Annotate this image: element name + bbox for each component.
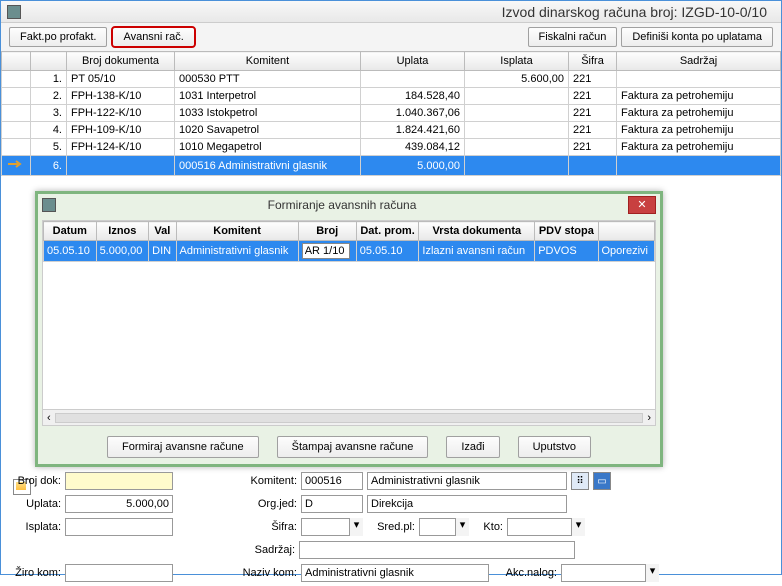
lbl-komitent: Komitent: xyxy=(177,475,297,487)
lbl-kto: Kto: xyxy=(473,521,503,533)
col-komitent[interactable]: Komitent xyxy=(175,52,361,71)
main-table[interactable]: Broj dokumenta Komitent Uplata Isplata Š… xyxy=(1,51,781,176)
col-uplata[interactable]: Uplata xyxy=(361,52,465,71)
col-sifra[interactable]: Šifra xyxy=(569,52,617,71)
table-row[interactable]: 1. PT 05/10000530 PTT 5.600,00 221 xyxy=(2,71,781,88)
dialog-table[interactable]: Datum Iznos Val Komitent Broj Dat. prom.… xyxy=(43,221,655,262)
fiskalni-racun-button[interactable]: Fiskalni račun xyxy=(528,27,618,47)
dcol-val[interactable]: Val xyxy=(149,222,176,241)
sredpl-input[interactable] xyxy=(419,518,455,536)
lbl-sredpl: Sred.pl: xyxy=(367,521,415,533)
zirokom-input[interactable] xyxy=(65,564,173,582)
sadrzaj-input[interactable] xyxy=(299,541,575,559)
orgjed-name-input[interactable] xyxy=(367,495,567,513)
close-icon[interactable]: ✕ xyxy=(628,196,656,214)
broj-input[interactable] xyxy=(302,243,350,259)
lbl-isplata: Isplata: xyxy=(5,521,61,533)
table-row[interactable]: 5. FPH-124-K/101010 Megapetrol 439.084,1… xyxy=(2,139,781,156)
dcol-komitent[interactable]: Komitent xyxy=(176,222,298,241)
brojdok-input[interactable] xyxy=(65,472,173,490)
dialog-title-bar: Formiranje avansnih računa ✕ xyxy=(38,194,660,216)
dcol-datprom[interactable]: Dat. prom. xyxy=(356,222,419,241)
lbl-akcnalog: Akc.nalog: xyxy=(493,567,557,579)
dcol-vrsta[interactable]: Vrsta dokumenta xyxy=(419,222,535,241)
lookup-icon[interactable]: ⠿ xyxy=(571,472,589,490)
komitent-name-input[interactable] xyxy=(367,472,567,490)
izadji-button[interactable]: Izađi xyxy=(446,436,499,458)
uplata-input[interactable] xyxy=(65,495,173,513)
lbl-zirokom: Žiro kom: xyxy=(5,567,61,579)
avans-dialog: Formiranje avansnih računa ✕ Datum Iznos… xyxy=(35,191,663,467)
dialog-app-icon xyxy=(42,198,56,212)
col-isplata[interactable]: Isplata xyxy=(465,52,569,71)
dcol-pdv[interactable]: PDV stopa xyxy=(535,222,598,241)
chevron-down-icon[interactable]: ▾ xyxy=(455,518,469,536)
chevron-down-icon[interactable]: ▾ xyxy=(571,518,585,536)
dialog-row-selected[interactable]: 05.05.10 5.000,00 DIN Administrativni gl… xyxy=(44,241,655,262)
stampaj-button[interactable]: Štampaj avansne račune xyxy=(277,436,429,458)
uputstvo-button[interactable]: Uputstvo xyxy=(518,436,591,458)
nazivkom-input[interactable] xyxy=(301,564,489,582)
fakt-po-profakt-button[interactable]: Fakt.po profakt. xyxy=(9,27,107,47)
toolbar: Fakt.po profakt. Avansni rač. Fiskalni r… xyxy=(1,23,781,51)
table-row[interactable]: 4. FPH-109-K/101020 Savapetrol 1.824.421… xyxy=(2,122,781,139)
window-title: Izvod dinarskog računa broj: IZGD-10-0/1… xyxy=(27,4,775,20)
lbl-sifra: Šifra: xyxy=(177,521,297,533)
komitent-code-input[interactable] xyxy=(301,472,363,490)
scroll-left-icon[interactable]: ‹ xyxy=(47,412,51,424)
dcol-broj[interactable]: Broj xyxy=(298,222,356,241)
table-row-selected[interactable]: 6. 000516 Administrativni glasnik 5.000,… xyxy=(2,156,781,176)
formiraj-button[interactable]: Formiraj avansne račune xyxy=(107,436,259,458)
scroll-right-icon[interactable]: › xyxy=(647,412,651,424)
dialog-h-scroll[interactable]: ‹ › xyxy=(43,409,655,425)
avansni-rac-button[interactable]: Avansni rač. xyxy=(111,26,195,48)
row-arrow-icon xyxy=(6,158,26,170)
col-sadrzaj[interactable]: Sadržaj xyxy=(617,52,781,71)
title-bar: Izvod dinarskog računa broj: IZGD-10-0/1… xyxy=(1,1,781,23)
dcol-datum[interactable]: Datum xyxy=(44,222,97,241)
sifra-input[interactable] xyxy=(301,518,349,536)
lbl-sadrzaj: Sadržaj: xyxy=(5,544,295,556)
table-row[interactable]: 3. FPH-122-K/101033 Istokpetrol 1.040.36… xyxy=(2,105,781,122)
table-row[interactable]: 2. FPH-138-K/101031 Interpetrol 184.528,… xyxy=(2,88,781,105)
isplata-input[interactable] xyxy=(65,518,173,536)
form-area: Broj dok: Komitent: ⠿ ▭ Uplata: Org.jed:… xyxy=(5,471,777,586)
dcol-ost[interactable] xyxy=(598,222,655,241)
chevron-down-icon[interactable]: ▾ xyxy=(645,564,659,582)
card-icon[interactable]: ▭ xyxy=(593,472,611,490)
dcol-iznos[interactable]: Iznos xyxy=(96,222,149,241)
kto-input[interactable] xyxy=(507,518,571,536)
table-header-row: Broj dokumenta Komitent Uplata Isplata Š… xyxy=(2,52,781,71)
orgjed-code-input[interactable] xyxy=(301,495,363,513)
lbl-orgjed: Org.jed: xyxy=(177,498,297,510)
lbl-brojdok: Broj dok: xyxy=(5,475,61,487)
app-icon xyxy=(7,5,21,19)
dialog-title: Formiranje avansnih računa xyxy=(56,198,628,212)
chevron-down-icon[interactable]: ▾ xyxy=(349,518,363,536)
col-doc[interactable]: Broj dokumenta xyxy=(67,52,175,71)
akcnalog-input[interactable] xyxy=(561,564,645,582)
definisi-konta-button[interactable]: Definiši konta po uplatama xyxy=(621,27,773,47)
lbl-nazivkom: Naziv kom: xyxy=(177,567,297,579)
lbl-uplata: Uplata: xyxy=(5,498,61,510)
